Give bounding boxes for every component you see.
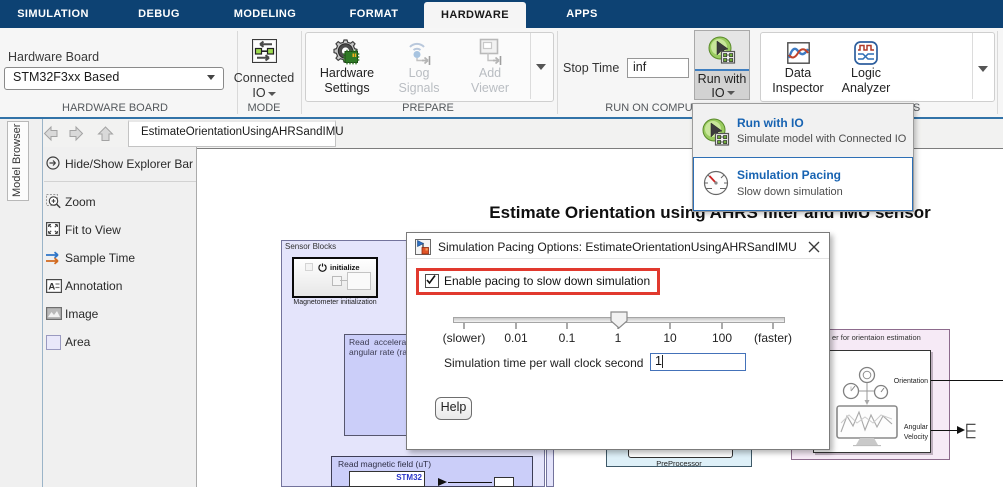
svg-text:A: A xyxy=(48,281,55,292)
